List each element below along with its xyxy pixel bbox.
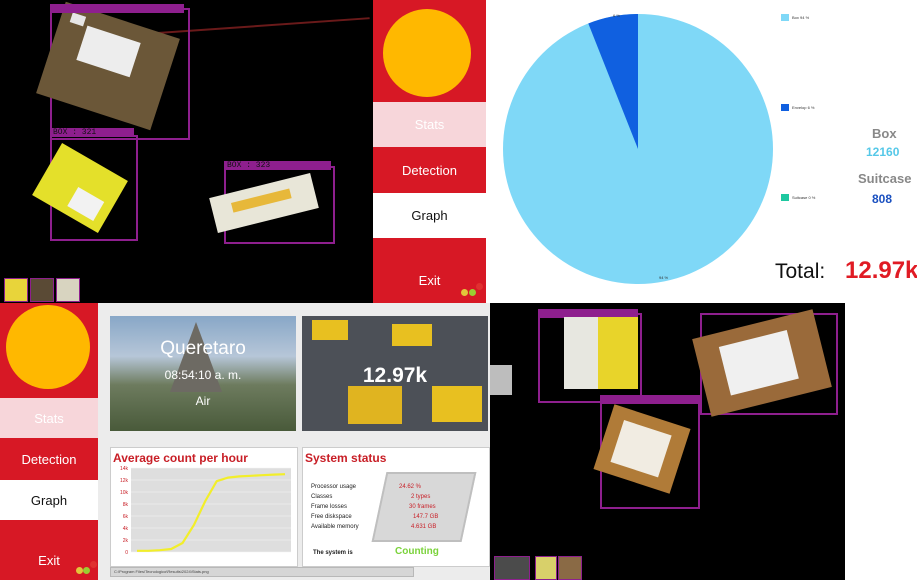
current-time: 08:54:10 a. m. — [164, 368, 242, 382]
box-count-value: 12160 — [866, 145, 900, 159]
legend-swatch-box — [781, 14, 789, 21]
pie-label-bottom: 94 % — [659, 275, 669, 280]
status-row-value: 2 types — [411, 494, 431, 500]
detection-label: BOX : 323 — [224, 161, 331, 170]
total-count: 12.97k — [362, 364, 428, 387]
nav-panel-bottom: Stats Detection Graph Exit — [0, 303, 98, 580]
sun-logo — [383, 9, 471, 97]
status-lights-icon — [461, 283, 485, 303]
y-tick-label: 10k — [120, 490, 129, 496]
nav-stats-button[interactable]: Stats — [0, 398, 98, 438]
y-tick-label: 8k — [123, 502, 129, 508]
package — [564, 317, 638, 389]
camera-view-bottom — [490, 303, 845, 580]
status-lights-icon — [76, 561, 98, 579]
system-title: System status — [305, 451, 387, 465]
status-row-value: 147.7 GB — [413, 514, 439, 520]
detection-label — [50, 4, 184, 13]
suitcase-count-value: 808 — [872, 192, 893, 206]
pie-panel: 6 % 94 % Box 94 % Envelop 6 % Suitcase 0… — [486, 0, 917, 303]
camera-view-top: BOX : 321 BOX : 323 — [0, 0, 373, 303]
total-label: Total: — [775, 260, 826, 283]
nav-stats-button[interactable]: Stats — [373, 102, 486, 147]
y-tick-label: 4k — [123, 526, 129, 532]
line-chart: 0 2k 4k 6k 8k 10k 12k 14k — [120, 466, 291, 556]
y-tick-label: 2k — [123, 538, 129, 544]
status-rows: Processor usage 24.62 % Classes 2 types … — [311, 484, 491, 544]
y-tick-label: 6k — [123, 514, 129, 520]
package-pile — [348, 386, 402, 424]
system-state-label: The system is — [313, 550, 353, 556]
file-path-text: C:\Program Files\Tecnologico\Results\202… — [114, 569, 209, 574]
package-pile — [392, 324, 432, 346]
dashboard: Queretaro 08:54:10 a. m. Air 12.97k Aver… — [98, 303, 490, 580]
suitcase-count-label: Suitcase — [858, 171, 912, 186]
legend-label-box: Box 94 % — [792, 15, 810, 20]
package — [490, 365, 512, 395]
package-pile — [432, 386, 482, 422]
weather-text: Air — [195, 394, 211, 408]
y-tick-label: 12k — [120, 478, 129, 484]
pie-label-top: 6 % — [613, 13, 620, 18]
status-row-value: 30 frames — [409, 504, 436, 510]
system-status-card: System status Processor usage 24.62 % Cl… — [302, 447, 490, 567]
package-pile — [312, 320, 348, 340]
total-value: 12.97k — [845, 257, 917, 284]
thumbnail[interactable] — [56, 278, 80, 302]
status-row-label: Available memory — [311, 524, 359, 530]
status-row-value: 24.62 % — [399, 484, 422, 490]
sun-logo — [6, 305, 90, 389]
status-row-label: Classes — [311, 494, 333, 500]
y-tick-label: 14k — [120, 466, 129, 472]
nav-detection-button[interactable]: Detection — [373, 148, 486, 192]
thumbnail[interactable] — [4, 278, 28, 302]
status-row-label: Free diskspace — [311, 514, 352, 520]
nav-graph-button[interactable]: Graph — [373, 193, 486, 238]
plot-area — [131, 468, 291, 552]
thumbnail[interactable] — [558, 556, 582, 580]
thumbnail[interactable] — [30, 278, 54, 302]
system-state-value: Counting — [395, 546, 439, 557]
count-tile: 12.97k — [302, 316, 488, 431]
legend-swatch-envelope — [781, 104, 789, 111]
legend-swatch-suitcase — [781, 194, 789, 201]
thumbnail[interactable] — [494, 556, 530, 580]
nav-panel-top: Stats Detection Graph Exit — [373, 0, 486, 303]
box-count-label: Box — [872, 126, 897, 141]
file-path-bar: C:\Program Files\Tecnologico\Results\202… — [110, 567, 414, 577]
city-name: Queretaro — [160, 338, 246, 359]
nav-graph-button[interactable]: Graph — [0, 480, 98, 520]
y-tick-label: 0 — [125, 550, 128, 556]
detection-label: BOX : 321 — [50, 128, 134, 137]
thumbnail[interactable] — [535, 556, 557, 580]
status-row-value: 4.631 GB — [411, 524, 437, 530]
detection-label — [600, 395, 702, 404]
legend-label-envelope: Envelop 6 % — [792, 105, 815, 110]
nav-detection-button[interactable]: Detection — [0, 439, 98, 479]
legend-label-suitcase: Suitcase 0 % — [792, 195, 816, 200]
avg-count-card: Average count per hour 0 2k 4k 6k 8k 10k 12k 14… — [110, 447, 298, 567]
status-row-label: Frame losses — [311, 504, 348, 510]
location-tile: Queretaro 08:54:10 a. m. Air — [110, 316, 296, 431]
status-row-label: Processor usage — [311, 484, 357, 490]
